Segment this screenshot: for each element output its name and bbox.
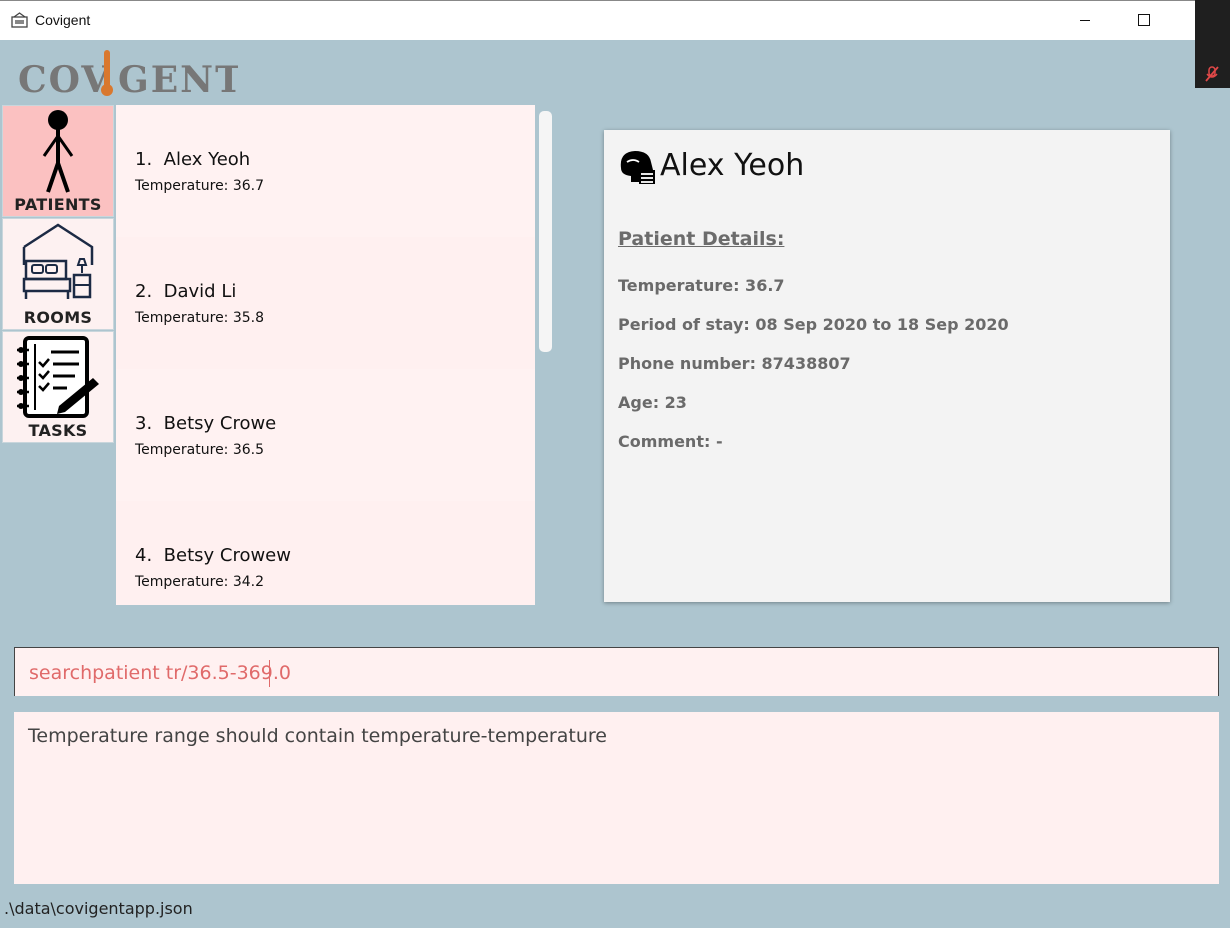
patient-index: 4.: [135, 545, 153, 566]
status-bar-path: .\data\covigentapp.json: [4, 899, 193, 918]
patient-name: Betsy Crowew: [163, 545, 291, 566]
patient-card[interactable]: 1. Alex Yeoh Temperature: 36.7: [116, 105, 535, 237]
nav-tasks[interactable]: TASKS: [2, 331, 114, 443]
patient-index: 3.: [135, 413, 153, 434]
details-age: Age: 23: [618, 393, 687, 412]
patient-name: David Li: [163, 281, 237, 302]
details-temperature: Temperature: 36.7: [618, 276, 785, 295]
nav-tasks-label: TASKS: [28, 421, 88, 440]
patient-temperature: Temperature: 35.8: [135, 310, 265, 326]
patient-card[interactable]: 2. David Li Temperature: 35.8: [116, 237, 535, 369]
patient-temperature: Temperature: 36.5: [135, 442, 265, 458]
patient-index: 2.: [135, 281, 153, 302]
window-titlebar: Covigent: [0, 0, 1230, 40]
nav-patients-label: PATIENTS: [14, 195, 102, 214]
maximize-button[interactable]: [1128, 7, 1158, 33]
overlay-panel: [1195, 0, 1230, 88]
details-comment: Comment: -: [618, 432, 723, 451]
patient-temperature: Temperature: 36.7: [135, 178, 265, 194]
patient-index: 1.: [135, 149, 153, 170]
text-caret: [269, 660, 270, 687]
patient-details-card: Alex Yeoh Patient Details: Temperature: …: [604, 130, 1170, 602]
command-box[interactable]: [14, 647, 1219, 696]
details-section-title: Patient Details:: [618, 228, 785, 250]
covigent-logo: COV GENT: [18, 50, 238, 100]
patient-list[interactable]: 1. Alex Yeoh Temperature: 36.7 2. David …: [116, 105, 535, 605]
patient-name: Betsy Crowe: [163, 413, 277, 434]
command-input[interactable]: [29, 660, 1209, 686]
result-message: Temperature range should contain tempera…: [28, 725, 607, 747]
nav-rooms[interactable]: ROOMS: [2, 218, 114, 330]
patient-list-scrollbar[interactable]: [539, 111, 552, 352]
logo-text-right: GENT: [118, 59, 238, 100]
details-period-of-stay: Period of stay: 08 Sep 2020 to 18 Sep 20…: [618, 315, 1009, 334]
window-title: Covigent: [35, 12, 91, 28]
patient-temperature: Temperature: 34.2: [135, 574, 265, 590]
checklist-icon: [17, 336, 99, 418]
patient-name: Alex Yeoh: [163, 149, 251, 170]
app-icon: [11, 12, 28, 28]
patient-head-icon: [620, 151, 655, 184]
muted-mic-icon[interactable]: [1203, 65, 1221, 83]
nav-patients[interactable]: PATIENTS: [2, 105, 114, 217]
patient-card[interactable]: 3. Betsy Crowe Temperature: 36.5: [116, 369, 535, 501]
details-patient-name: Alex Yeoh: [660, 148, 805, 183]
nav-rooms-label: ROOMS: [23, 308, 93, 327]
logo-text-left: COV: [18, 59, 111, 100]
details-phone: Phone number: 87438807: [618, 354, 851, 373]
result-display: Temperature range should contain tempera…: [14, 712, 1219, 884]
patient-card[interactable]: 4. Betsy Crowew Temperature: 34.2: [116, 501, 535, 605]
stick-figure-icon: [42, 110, 74, 193]
minimize-button[interactable]: [1070, 7, 1100, 33]
bedroom-icon: [22, 223, 94, 299]
